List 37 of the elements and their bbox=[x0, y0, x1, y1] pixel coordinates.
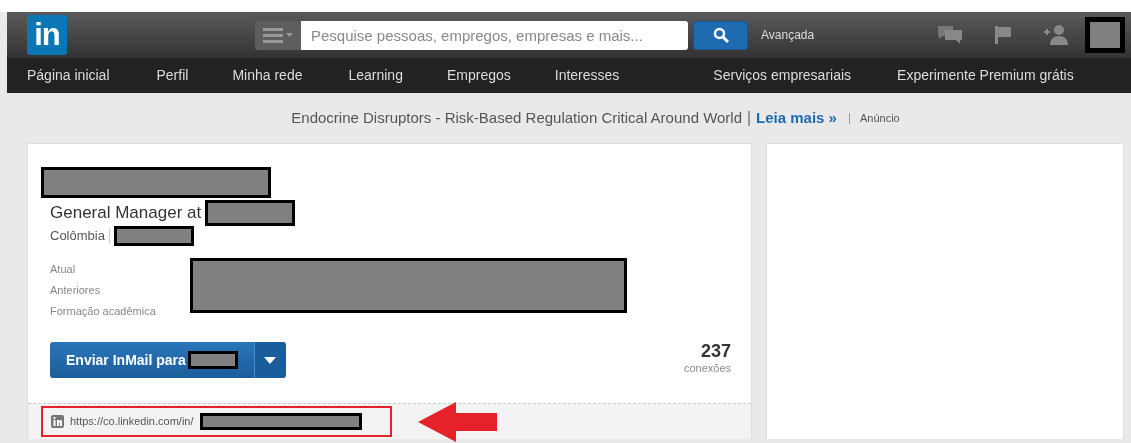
connections-count: 237 bbox=[699, 342, 731, 360]
redaction-block bbox=[187, 351, 238, 369]
linkedin-logo[interactable]: in bbox=[27, 15, 67, 55]
send-inmail-button[interactable]: Enviar InMail para bbox=[50, 342, 254, 378]
search-field[interactable]: Pesquise pessoas, empregos, empresas e mais... bbox=[301, 20, 688, 50]
caret-icon bbox=[264, 356, 277, 364]
location-text: Colômbia bbox=[50, 227, 105, 246]
nav-link[interactable]: Minha rede bbox=[232, 65, 303, 86]
add-person-icon[interactable] bbox=[1043, 24, 1069, 46]
nav-link[interactable]: Learning bbox=[348, 65, 403, 86]
nav-link[interactable]: Experimente Premium grátis bbox=[897, 65, 1074, 86]
field-label: Anteriores bbox=[50, 284, 101, 296]
nav-link[interactable]: Perfil bbox=[156, 65, 189, 86]
search-category-menu[interactable] bbox=[255, 20, 301, 50]
search-icon bbox=[712, 27, 729, 43]
menu-icon bbox=[263, 27, 283, 43]
flag-icon[interactable] bbox=[993, 25, 1013, 45]
nav-link[interactable]: Empregos bbox=[446, 65, 511, 86]
field-label: Formação acadêmica bbox=[50, 305, 156, 317]
nav-link[interactable]: Página inicial bbox=[27, 65, 110, 86]
caret-icon bbox=[286, 33, 293, 37]
connections-label: conexões bbox=[683, 361, 731, 376]
profile-headline: General Manager at bbox=[50, 202, 202, 225]
arrow-icon bbox=[418, 402, 498, 442]
public-profile-url[interactable]: https://co.linkedin.com/in/ bbox=[70, 413, 194, 430]
ad-label: Anúncio bbox=[859, 110, 900, 126]
nav-link[interactable]: Interesses bbox=[554, 65, 620, 86]
advanced-search-link[interactable]: Avançada bbox=[761, 26, 815, 44]
redaction-block bbox=[1085, 17, 1125, 53]
chat-bubbles-icon[interactable] bbox=[937, 24, 963, 46]
dropdown-button[interactable] bbox=[253, 342, 286, 378]
search-button[interactable] bbox=[693, 20, 748, 50]
field-label: Atual bbox=[50, 263, 76, 275]
linkedin-icon bbox=[51, 415, 64, 428]
ad-text: Endocrine Disruptors - Risk-Based Regulation Critical Around World bbox=[291, 107, 743, 128]
read-more-link[interactable]: Leia mais » bbox=[756, 106, 837, 130]
nav-link[interactable]: Serviços empresariais bbox=[713, 65, 852, 86]
